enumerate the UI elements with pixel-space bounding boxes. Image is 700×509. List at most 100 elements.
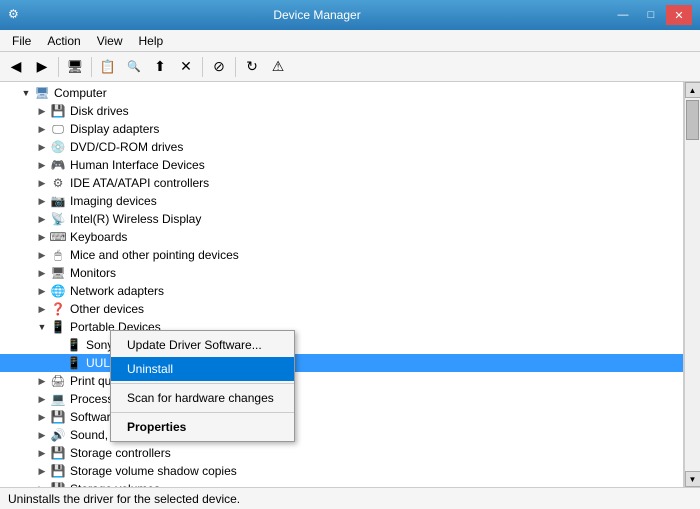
tree-item-ide[interactable]: ▶ ⚙ IDE ATA/ATAPI controllers xyxy=(0,174,683,192)
ctx-update-driver[interactable]: Update Driver Software... xyxy=(111,333,294,357)
tree-item-wireless[interactable]: ▶ 📡 Intel(R) Wireless Display xyxy=(0,210,683,228)
expand-arrow: ▼ xyxy=(20,87,32,99)
scroll-track[interactable] xyxy=(685,98,700,471)
tree-item-uul[interactable]: ▶ 📱 UUL xyxy=(0,354,683,372)
window-title: Device Manager xyxy=(24,8,610,22)
main-area: ▼ 🖥 Computer ▶ 💾 Disk drives ▶ 🖵 Display… xyxy=(0,82,700,487)
app-icon: ⚙ xyxy=(8,7,24,23)
scan-button[interactable]: 🔍 xyxy=(122,55,146,79)
properties-button[interactable]: 📋 xyxy=(96,55,120,79)
scroll-up-button[interactable]: ▲ xyxy=(685,82,700,98)
toolbar: ◀ ▶ 🖥 📋 🔍 ⬆ ✕ ⊘ ↻ ⚠ xyxy=(0,52,700,82)
tree-label: Imaging devices xyxy=(70,194,157,208)
tree-label: Display adapters xyxy=(70,122,159,136)
disk-icon: 💾 xyxy=(50,103,66,119)
uninstall-button[interactable]: ✕ xyxy=(174,55,198,79)
tree-item-keyboards[interactable]: ▶ ⌨ Keyboards xyxy=(0,228,683,246)
expand-arrow: ▶ xyxy=(36,105,48,117)
volumes-icon: 💾 xyxy=(50,481,66,487)
print-icon: 🖨 xyxy=(50,373,66,389)
ctx-separator-1 xyxy=(111,383,294,384)
expand-arrow: ▶ xyxy=(36,465,48,477)
tree-item-portable[interactable]: ▼ 📱 Portable Devices xyxy=(0,318,683,336)
tree-label: Keyboards xyxy=(70,230,127,244)
expand-arrow: ▶ xyxy=(36,285,48,297)
tree-label: Mice and other pointing devices xyxy=(70,248,239,262)
disable-button[interactable]: ⊘ xyxy=(207,55,231,79)
expand-arrow: ▶ xyxy=(36,303,48,315)
menu-action[interactable]: Action xyxy=(39,30,88,51)
sound-icon: 🔊 xyxy=(50,427,66,443)
network-icon: 🌐 xyxy=(50,283,66,299)
close-button[interactable]: ✕ xyxy=(666,5,692,25)
tree-item-sound[interactable]: ▶ 🔊 Sound, video and game controllers xyxy=(0,426,683,444)
tree-item-print[interactable]: ▶ 🖨 Print queues xyxy=(0,372,683,390)
display-icon: 🖵 xyxy=(50,121,66,137)
tree-item-hid[interactable]: ▶ 🎮 Human Interface Devices xyxy=(0,156,683,174)
menu-file[interactable]: File xyxy=(4,30,39,51)
refresh-button[interactable]: ↻ xyxy=(240,55,264,79)
ctx-properties[interactable]: Properties xyxy=(111,415,294,439)
tree-item-storage[interactable]: ▶ 💾 Storage controllers xyxy=(0,444,683,462)
monitor-icon: 🖥 xyxy=(50,265,66,281)
hid-icon: 🎮 xyxy=(50,157,66,173)
tree-item-dvd[interactable]: ▶ 💿 DVD/CD-ROM drives xyxy=(0,138,683,156)
tree-label: Disk drives xyxy=(70,104,129,118)
expand-arrow: ▶ xyxy=(36,159,48,171)
dvd-icon: 💿 xyxy=(50,139,66,155)
tree-label: DVD/CD-ROM drives xyxy=(70,140,183,154)
software-icon: 💾 xyxy=(50,409,66,425)
menu-help[interactable]: Help xyxy=(131,30,172,51)
tree-item-display[interactable]: ▶ 🖵 Display adapters xyxy=(0,120,683,138)
tree-label: Computer xyxy=(54,86,107,100)
tree-item-computer[interactable]: ▼ 🖥 Computer xyxy=(0,84,683,102)
status-text: Uninstalls the driver for the selected d… xyxy=(8,492,240,506)
ctx-separator-2 xyxy=(111,412,294,413)
status-bar: Uninstalls the driver for the selected d… xyxy=(0,487,700,509)
computer-button[interactable]: 🖥 xyxy=(63,55,87,79)
tree-item-volumes[interactable]: ▶ 💾 Storage volumes xyxy=(0,480,683,487)
expand-arrow: ▶ xyxy=(36,249,48,261)
wireless-icon: 📡 xyxy=(50,211,66,227)
minimize-button[interactable]: — xyxy=(610,5,636,25)
tree-item-monitors[interactable]: ▶ 🖥 Monitors xyxy=(0,264,683,282)
tree-item-shadow[interactable]: ▶ 💾 Storage volume shadow copies xyxy=(0,462,683,480)
uul-icon: 📱 xyxy=(66,355,82,371)
ide-icon: ⚙ xyxy=(50,175,66,191)
tree-item-disk[interactable]: ▶ 💾 Disk drives xyxy=(0,102,683,120)
expand-arrow: ▶ xyxy=(36,267,48,279)
mice-icon: 🖱 xyxy=(50,247,66,263)
device-tree[interactable]: ▼ 🖥 Computer ▶ 💾 Disk drives ▶ 🖵 Display… xyxy=(0,82,684,487)
keyboard-icon: ⌨ xyxy=(50,229,66,245)
proc-icon: 💻 xyxy=(50,391,66,407)
tree-item-processors[interactable]: ▶ 💻 Processors xyxy=(0,390,683,408)
back-button[interactable]: ◀ xyxy=(4,55,28,79)
other-icon: ❓ xyxy=(50,301,66,317)
ctx-uninstall[interactable]: Uninstall xyxy=(111,357,294,381)
ctx-scan[interactable]: Scan for hardware changes xyxy=(111,386,294,410)
toolbar-separator-4 xyxy=(235,57,236,77)
tree-item-network[interactable]: ▶ 🌐 Network adapters xyxy=(0,282,683,300)
expand-arrow: ▶ xyxy=(36,483,48,487)
menu-view[interactable]: View xyxy=(89,30,131,51)
scroll-thumb[interactable] xyxy=(686,100,699,140)
tree-item-software[interactable]: ▶ 💾 Software devices xyxy=(0,408,683,426)
expand-arrow: ▶ xyxy=(36,411,48,423)
tree-item-mice[interactable]: ▶ 🖱 Mice and other pointing devices xyxy=(0,246,683,264)
toolbar-separator-3 xyxy=(202,57,203,77)
tree-item-sony[interactable]: ▶ 📱 Sony Xperia J xyxy=(0,336,683,354)
maximize-button[interactable]: □ xyxy=(638,5,664,25)
tree-item-other[interactable]: ▶ ❓ Other devices xyxy=(0,300,683,318)
warning-button[interactable]: ⚠ xyxy=(266,55,290,79)
vertical-scrollbar[interactable]: ▲ ▼ xyxy=(684,82,700,487)
tree-label: Network adapters xyxy=(70,284,164,298)
window-controls: — □ ✕ xyxy=(610,5,692,25)
tree-item-imaging[interactable]: ▶ 📷 Imaging devices xyxy=(0,192,683,210)
tree-label: Storage volumes xyxy=(70,482,160,487)
scroll-down-button[interactable]: ▼ xyxy=(685,471,700,487)
toolbar-separator-1 xyxy=(58,57,59,77)
update-button[interactable]: ⬆ xyxy=(148,55,172,79)
forward-button[interactable]: ▶ xyxy=(30,55,54,79)
expand-arrow: ▶ xyxy=(36,393,48,405)
expand-arrow: ▶ xyxy=(36,231,48,243)
